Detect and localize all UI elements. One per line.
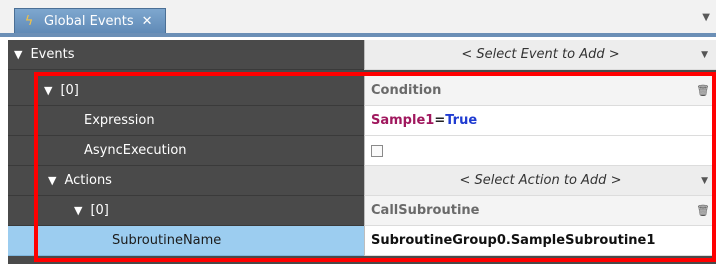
row-expression[interactable]: Expression Sample1 = True bbox=[8, 106, 716, 136]
action-0-label: [0] bbox=[90, 203, 109, 218]
tab-title: Global Events bbox=[44, 14, 134, 29]
tab-overflow-icon[interactable]: ▼ bbox=[702, 12, 710, 23]
action-0-type: CallSubroutine 🗑 bbox=[364, 196, 716, 226]
tab-underline bbox=[0, 33, 716, 37]
row-action-0[interactable]: ▼ [0] CallSubroutine 🗑 bbox=[8, 196, 716, 226]
row-event-0-name[interactable]: ▼ [0] bbox=[8, 76, 364, 106]
expression-operator: = bbox=[434, 113, 446, 128]
row-events-name[interactable]: ▼ Events bbox=[8, 40, 364, 70]
row-event-0[interactable]: ▼ [0] Condition 🗑 bbox=[8, 76, 716, 106]
select-action-placeholder: < Select Action to Add > bbox=[459, 173, 622, 188]
event-0-label: [0] bbox=[60, 83, 79, 98]
chevron-down-icon[interactable]: ▼ bbox=[701, 176, 708, 186]
row-actions-name[interactable]: ▼ Actions bbox=[8, 166, 364, 196]
expand-triangle-icon[interactable]: ▼ bbox=[74, 204, 82, 217]
subroutine-name-label: SubroutineName bbox=[8, 226, 364, 256]
event-0-type: Condition 🗑 bbox=[364, 76, 716, 106]
tab-global-events[interactable]: ϟ Global Events ✕ bbox=[14, 8, 166, 34]
actions-label: Actions bbox=[64, 173, 112, 188]
action-type-label: CallSubroutine bbox=[371, 203, 480, 218]
trash-icon[interactable]: 🗑 bbox=[696, 84, 710, 97]
expression-literal: True bbox=[445, 113, 478, 128]
close-icon[interactable]: ✕ bbox=[142, 14, 153, 29]
select-action-dropdown[interactable]: < Select Action to Add > ▼ bbox=[364, 166, 716, 196]
property-grid: ▼ Events < Select Event to Add > ▼ ▼ [0]… bbox=[8, 40, 716, 264]
expression-value[interactable]: Sample1 = True bbox=[364, 106, 716, 136]
select-event-dropdown[interactable]: < Select Event to Add > ▼ bbox=[364, 40, 716, 70]
row-action-0-name[interactable]: ▼ [0] bbox=[8, 196, 364, 226]
expand-triangle-icon[interactable]: ▼ bbox=[14, 48, 22, 61]
async-execution-value bbox=[364, 136, 716, 166]
events-label: Events bbox=[30, 47, 75, 62]
async-execution-checkbox[interactable] bbox=[371, 144, 383, 157]
subroutine-name-value[interactable]: SubroutineGroup0.SampleSubroutine1 bbox=[364, 226, 716, 256]
row-actions[interactable]: ▼ Actions < Select Action to Add > ▼ bbox=[8, 166, 716, 196]
expand-triangle-icon[interactable]: ▼ bbox=[48, 174, 56, 187]
row-subroutine-name[interactable]: SubroutineName SubroutineGroup0.SampleSu… bbox=[8, 226, 716, 256]
row-async-execution[interactable]: AsyncExecution bbox=[8, 136, 716, 166]
expression-name: Expression bbox=[8, 106, 364, 136]
expression-variable: Sample1 bbox=[371, 113, 435, 128]
event-type-label: Condition bbox=[371, 83, 442, 98]
trash-icon[interactable]: 🗑 bbox=[696, 204, 710, 217]
document-tab-strip: ϟ Global Events ✕ ▼ bbox=[0, 0, 716, 37]
row-events[interactable]: ▼ Events < Select Event to Add > ▼ bbox=[8, 40, 716, 70]
chevron-down-icon[interactable]: ▼ bbox=[701, 50, 708, 60]
expand-triangle-icon[interactable]: ▼ bbox=[44, 84, 52, 97]
select-event-placeholder: < Select Event to Add > bbox=[461, 47, 620, 62]
async-execution-name: AsyncExecution bbox=[8, 136, 364, 166]
lightning-bolt-icon: ϟ bbox=[24, 14, 34, 29]
